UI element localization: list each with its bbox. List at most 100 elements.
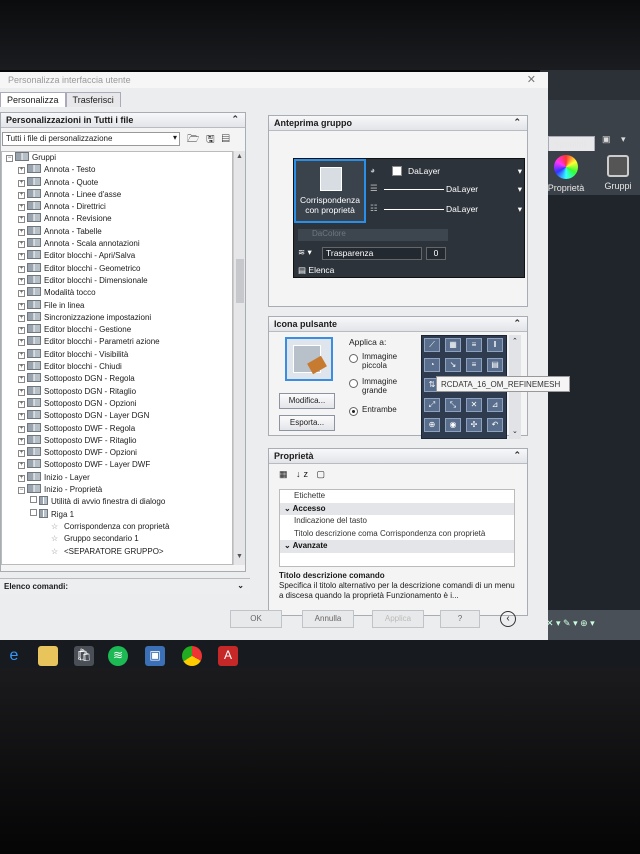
gallery-icon[interactable]: ▦ xyxy=(445,338,461,352)
expand-toggle-icon[interactable]: + xyxy=(18,228,25,236)
close-icon[interactable]: ✕ xyxy=(527,73,536,86)
tree-item[interactable]: + Modalità tocco xyxy=(2,287,232,299)
expand-toggle-icon[interactable]: + xyxy=(18,290,25,298)
scroll-down-icon[interactable]: ▼ xyxy=(236,553,243,560)
expand-toggle-icon[interactable]: + xyxy=(18,241,25,249)
drawing-area[interactable] xyxy=(540,195,640,635)
edge-icon[interactable]: e xyxy=(4,646,24,666)
file-explorer-icon[interactable] xyxy=(38,646,58,666)
radio-dot[interactable] xyxy=(349,354,358,363)
tree-item[interactable]: + Sottoposto DWF - Regola xyxy=(2,422,232,435)
tab-personalizza[interactable]: Personalizza xyxy=(0,92,66,107)
tree-item[interactable]: + Editor blocchi - Dimensionale xyxy=(2,274,232,287)
expand-toggle-icon[interactable]: + xyxy=(18,351,25,359)
scroll-up-icon[interactable]: ⌃ xyxy=(512,337,518,345)
tree-item[interactable]: − Inizio - Proprietà xyxy=(2,484,232,496)
property-category[interactable]: ⌄ Avanzate xyxy=(280,540,514,553)
expand-toggle-icon[interactable]: + xyxy=(18,437,25,445)
expand-toggle-icon[interactable]: + xyxy=(18,167,25,175)
gallery-icon[interactable]: ⤡ xyxy=(445,398,461,412)
spotify-icon[interactable]: ≋ xyxy=(108,646,128,666)
tree-item[interactable]: + Editor blocchi - Chiudi xyxy=(2,361,232,373)
chrome-icon[interactable] xyxy=(182,646,202,666)
gallery-icon[interactable]: ✕ xyxy=(466,398,482,412)
tree-item[interactable]: Utilità di avvio finestra di dialogo xyxy=(2,496,232,508)
collapse-icon[interactable]: ⌃ xyxy=(513,318,521,329)
expand-toggle-icon[interactable]: + xyxy=(18,364,25,372)
expand-icon[interactable]: ⌄ xyxy=(237,581,244,590)
autocad-icon[interactable]: A xyxy=(218,646,238,666)
tree-item[interactable]: + Annota - Quote xyxy=(2,176,232,189)
tree-item[interactable]: − Gruppi xyxy=(2,152,232,164)
tree-item[interactable]: + Sottoposto DGN - Regola xyxy=(2,373,232,385)
gallery-icon[interactable]: ⊿ xyxy=(487,398,503,412)
gallery-icon[interactable]: ⊕ xyxy=(424,418,440,432)
gallery-icon[interactable]: ≡ xyxy=(466,338,482,352)
back-arrow-icon[interactable]: ‹ xyxy=(500,611,516,627)
store-icon[interactable]: 🛍 xyxy=(74,646,94,666)
gallery-icon[interactable]: ◉ xyxy=(445,418,461,432)
linetype-row[interactable]: ☰ DaLayer ▾ xyxy=(370,183,524,197)
gallery-icon[interactable]: ◔ xyxy=(424,358,440,372)
gallery-icon[interactable]: ≡ xyxy=(466,358,482,372)
transparency-row[interactable]: ≋ ▾ Trasparenza 0 xyxy=(298,247,446,261)
modify-button[interactable]: Modifica... xyxy=(279,393,335,409)
tree-item[interactable]: + Annota - Scala annotazioni xyxy=(2,238,232,250)
collapse-icon[interactable]: ⌃ xyxy=(513,117,521,128)
lineweight-row[interactable]: ☷ DaLayer ▾ xyxy=(370,203,524,217)
property-row[interactable]: Etichette xyxy=(280,490,514,503)
list-button[interactable]: ▤ Elenca xyxy=(298,265,334,276)
gallery-icon[interactable]: ↶ xyxy=(487,418,503,432)
tree-item[interactable]: + Sottoposto DGN - Layer DGN xyxy=(2,410,232,422)
property-row[interactable]: Indicazione del tasto xyxy=(280,515,514,528)
expand-toggle-icon[interactable]: + xyxy=(18,265,25,273)
command-list-header[interactable]: Elenco comandi: ⌄ xyxy=(0,578,250,594)
tree-item[interactable]: ☆ Corrispondenza con proprietà xyxy=(2,521,232,533)
expand-toggle-icon[interactable] xyxy=(30,496,37,504)
gallery-icon[interactable]: ✣ xyxy=(466,418,482,432)
tree-item[interactable]: + Annota - Testo xyxy=(2,164,232,176)
tree-item[interactable]: + Annota - Revisione xyxy=(2,213,232,225)
property-category[interactable]: ⌄ Accesso xyxy=(280,502,514,515)
property-row[interactable]: Titolo descrizione coma Corrispondenza c… xyxy=(280,528,514,541)
tree-item[interactable]: + Sottoposto DGN - Opzioni xyxy=(2,397,232,410)
tree-item[interactable]: + Sottoposto DWF - Ritaglio xyxy=(2,434,232,447)
expand-toggle-icon[interactable]: + xyxy=(18,450,25,458)
tree-scrollbar[interactable]: ▲ ▼ xyxy=(233,151,245,565)
expand-toggle-icon[interactable]: + xyxy=(18,462,25,470)
expand-toggle-icon[interactable]: + xyxy=(18,400,25,408)
tab-trasferisci[interactable]: Trasferisci xyxy=(65,92,121,107)
ribbon-tab-icons[interactable]: ▣ ▾ xyxy=(602,134,630,145)
expand-toggle-icon[interactable]: − xyxy=(18,487,25,495)
tree-item[interactable]: + Annota - Linee d'asse xyxy=(2,188,232,201)
property-grid[interactable]: Etichette ⌄ Accesso Indicazione del tasto T… xyxy=(279,489,515,567)
gallery-icon[interactable]: ⤢ xyxy=(424,398,440,412)
expand-toggle-icon[interactable]: + xyxy=(18,216,25,224)
help-button[interactable]: ? xyxy=(440,610,480,628)
button-image-header[interactable]: Icona pulsante ⌃ xyxy=(269,317,527,332)
expand-toggle-icon[interactable]: + xyxy=(18,413,25,421)
radio-dot-selected[interactable] xyxy=(349,407,358,416)
customization-tree[interactable]: − Gruppi + Annota - Testo + Annota - Quote + An… xyxy=(1,151,233,565)
export-button[interactable]: Esporta... xyxy=(279,415,335,431)
expand-toggle-icon[interactable]: + xyxy=(18,474,25,482)
ribbon-tab-label[interactable]: sponibili xyxy=(548,136,595,151)
chevron-down-icon[interactable]: ⌄ xyxy=(284,504,293,513)
outlook-icon[interactable]: ▣ xyxy=(145,646,165,666)
tree-item[interactable]: + Editor blocchi - Visibilità xyxy=(2,348,232,361)
tree-item[interactable]: Riga 1 xyxy=(2,508,232,521)
expand-toggle-icon[interactable]: + xyxy=(18,204,25,212)
expand-toggle-icon[interactable]: − xyxy=(6,155,13,162)
tree-item[interactable]: + Editor blocchi - Gestione xyxy=(2,324,232,336)
expand-toggle-icon[interactable]: + xyxy=(18,425,25,433)
expand-toggle-icon[interactable]: + xyxy=(18,179,25,187)
cancel-button[interactable]: Annulla xyxy=(302,610,354,628)
tree-item[interactable]: + Sottoposto DGN - Ritaglio xyxy=(2,385,232,398)
properties-header[interactable]: Proprietà ⌃ xyxy=(269,449,527,464)
gallery-icon[interactable]: ↘ xyxy=(445,358,461,372)
gallery-icon[interactable]: ⟋ xyxy=(424,338,440,352)
preview-header[interactable]: Anteprima gruppo ⌃ xyxy=(269,116,527,131)
tree-item[interactable]: + Sottoposto DWF - Opzioni xyxy=(2,447,232,459)
expand-toggle-icon[interactable] xyxy=(30,508,37,516)
expand-toggle-icon[interactable]: + xyxy=(18,327,25,335)
